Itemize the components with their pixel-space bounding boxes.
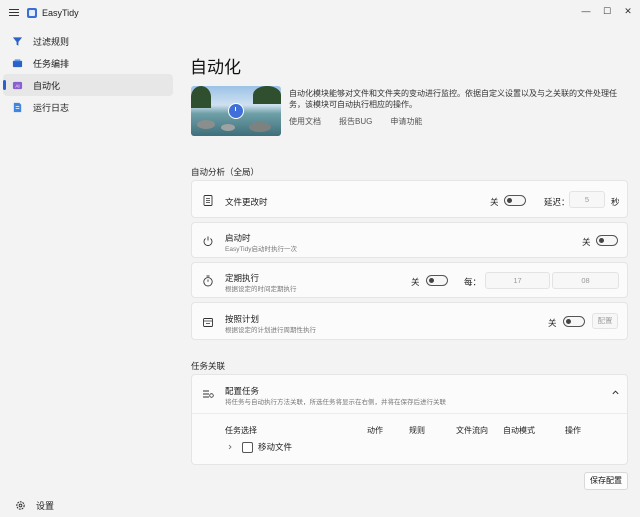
gear-icon [14,499,26,511]
list-settings-icon [202,388,214,400]
task-checkbox[interactable] [242,441,253,453]
scheduled-toggle[interactable] [426,275,448,286]
hamburger-menu-icon[interactable] [9,9,19,17]
rock-shape [249,122,271,132]
rock-shape [197,120,215,129]
task-icon [11,57,23,69]
file-change-toggle-label: 关 [490,197,499,207]
title-bar: EasyTidy — ☐ ✕ [0,0,640,26]
task-section-title: 任务关联 [191,361,226,371]
delay-label: 延迟： [544,197,570,207]
maximize-button[interactable]: ☐ [599,4,615,18]
page-links: 使用文档 报告BUG 申请功能 [289,116,422,127]
col-action: 动作 [367,426,383,435]
sidebar-item-label: 任务编排 [33,58,70,69]
sidebar-item-label: 自动化 [33,80,61,91]
scheduled-toggle-label: 关 [411,277,420,287]
schedule-hour-input[interactable]: 17 [485,272,550,289]
close-button[interactable]: ✕ [620,4,636,18]
startup-toggle-label: 关 [582,237,591,247]
report-bug-link[interactable]: 报告BUG [339,116,372,127]
docs-link[interactable]: 使用文档 [289,116,321,127]
scheduled-subtitle: 根据设定的时间定期执行 [225,286,297,293]
svg-text:AI: AI [15,83,19,88]
clock-icon [228,103,244,119]
plan-toggle[interactable] [563,316,585,327]
schedule-minute-input[interactable]: 08 [552,272,619,289]
plan-config-button[interactable]: 配置 [592,313,618,329]
save-config-button[interactable]: 保存配置 [584,472,628,490]
app-logo-icon [27,8,37,18]
settings-label: 设置 [36,500,55,511]
startup-card: 启动时 EasyTidy启动时执行一次 关 [191,222,628,258]
log-icon [11,101,23,113]
file-change-title: 文件更改时 [225,197,268,207]
file-change-toggle[interactable] [504,195,526,206]
config-task-subtitle: 将任务与自动执行方法关联，所选任务将显示在右侧，并将在保存后进行关联 [225,399,446,406]
table-row: 移动文件 [227,441,292,453]
divider [192,413,627,414]
sidebar-item-label: 过滤规则 [33,36,70,47]
calendar-icon [202,316,214,328]
minimize-button[interactable]: — [578,4,594,18]
col-auto-mode: 自动模式 [503,426,535,435]
col-task-select: 任务选择 [225,426,257,435]
auto-section-title: 自动分析（全局） [191,167,260,177]
app-title: EasyTidy [42,8,79,18]
clipboard-icon [202,194,214,206]
tree-shape [191,86,211,108]
sidebar: 过滤规则 任务编排 AI 自动化 运行日志 [0,30,176,118]
col-rule: 规则 [409,426,425,435]
tree-shape [253,86,281,104]
power-icon [202,235,214,247]
startup-toggle[interactable] [596,235,618,246]
sidebar-item-label: 运行日志 [33,102,70,113]
page-title: 自动化 [190,58,241,77]
feature-request-link[interactable]: 申请功能 [390,116,422,127]
scheduled-card: 定期执行 根据设定的时间定期执行 关 每： 17 08 [191,262,628,298]
col-operation: 操作 [565,426,581,435]
task-row-label: 移动文件 [258,442,293,452]
chevron-right-icon[interactable] [227,442,235,452]
automation-icon: AI [11,79,23,91]
every-label: 每： [464,277,482,287]
plan-subtitle: 根据设定的计划进行周期性执行 [225,327,316,334]
delay-input[interactable]: 5 [569,191,605,208]
chevron-up-icon[interactable] [611,388,620,399]
sidebar-item-automation[interactable]: AI 自动化 [3,74,173,96]
sidebar-item-task-orchestration[interactable]: 任务编排 [3,52,173,74]
file-change-card: 文件更改时 关 延迟： 5 秒 [191,180,628,218]
col-file-flow: 文件流向 [456,426,488,435]
startup-subtitle: EasyTidy启动时执行一次 [225,246,297,253]
page-description: 自动化模块能够对文件和文件夹的变动进行监控。依据自定义设置以及与之关联的文件处理… [289,89,617,109]
filter-icon [11,35,23,47]
sidebar-item-filter-rules[interactable]: 过滤规则 [3,30,173,52]
sidebar-item-run-log[interactable]: 运行日志 [3,96,173,118]
plan-toggle-label: 关 [548,318,557,328]
hero-image [191,86,281,136]
plan-card: 按照计划 根据设定的计划进行周期性执行 关 配置 [191,302,628,340]
sidebar-item-settings[interactable]: 设置 [6,494,176,516]
delay-unit: 秒 [611,197,620,207]
rock-shape [221,124,235,131]
timer-icon [202,275,214,287]
